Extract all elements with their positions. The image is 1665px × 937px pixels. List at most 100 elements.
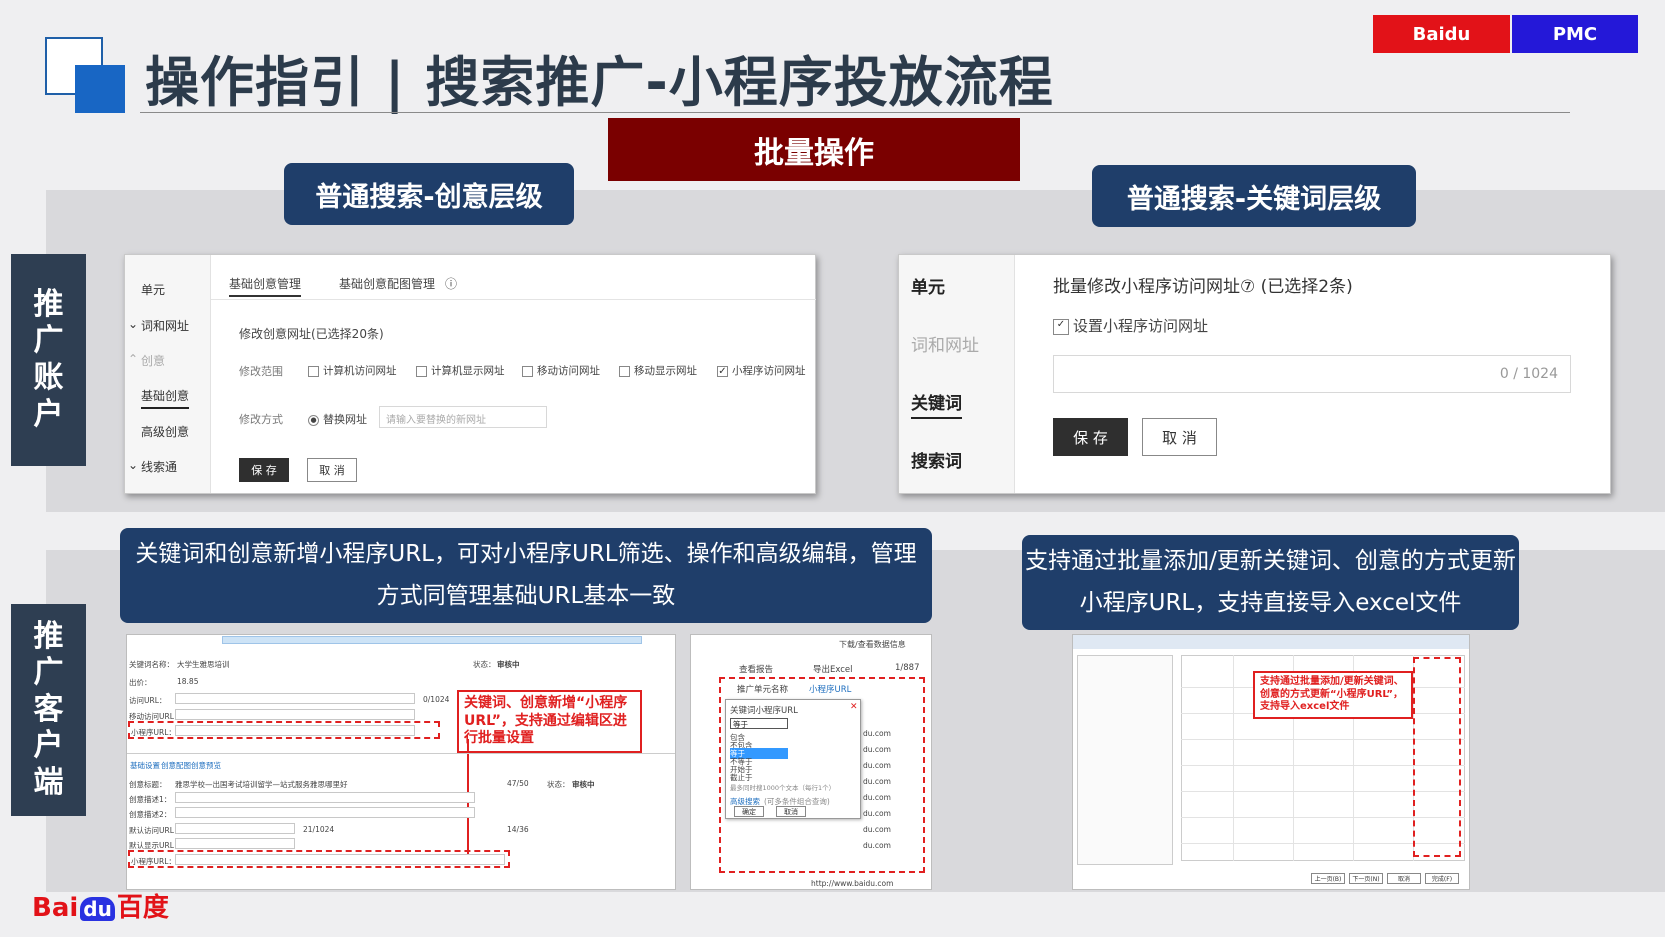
field-label: 创意描述2：	[129, 810, 172, 819]
toolbar-download[interactable]: 下载/查看数据信息	[839, 639, 906, 650]
new-url-input[interactable]: 请输入要替换的新网址	[379, 406, 547, 428]
sidebar-item-unit[interactable]: 单元	[911, 273, 945, 298]
checkbox-icon[interactable]	[522, 365, 533, 377]
note-right: 支持通过批量添加/更新关键词、创意的方式更新小程序URL，支持直接导入excel…	[1022, 535, 1519, 630]
prev-button[interactable]: 上一页(B)	[1311, 873, 1345, 884]
chevron-up-icon: ⌃	[128, 352, 139, 366]
sidebar-item-words-urls[interactable]: 词和网址	[141, 317, 189, 334]
checkbox-checked-icon[interactable]	[717, 365, 728, 377]
highlight-box	[1413, 657, 1461, 857]
baidu-logo: Bai du 百度	[32, 887, 169, 924]
sidebar-item-search-terms[interactable]: 搜索词	[911, 447, 962, 472]
checkbox-checked-icon[interactable]	[1053, 318, 1069, 335]
highlight-box	[128, 721, 440, 739]
url-counter: 21/1024	[303, 825, 335, 834]
mobile-url-input[interactable]	[175, 709, 415, 720]
finish-button[interactable]: 完成(F)	[1425, 873, 1459, 884]
checkbox-icon[interactable]	[308, 365, 319, 377]
keyword-value: 大学生雅思培训	[177, 660, 230, 669]
default-display-url-input[interactable]	[175, 838, 295, 849]
logo-name: 百度	[116, 893, 169, 923]
url-cell: du.com	[863, 729, 891, 738]
side-char: 推	[33, 618, 64, 654]
side-char: 账	[33, 360, 64, 395]
title-square-filled	[75, 65, 125, 113]
creative-title-value: 雅思学校—出国考试培训留学—站式服务雅思哪里好	[175, 780, 348, 789]
url-cell: du.com	[863, 761, 891, 770]
mode-label: 修改方式	[239, 413, 283, 426]
tab-creative-preview[interactable]: 创意预览	[191, 760, 221, 771]
range-option-pc-display[interactable]: 计算机显示网址	[416, 363, 505, 378]
status-label: 状态：	[547, 780, 570, 789]
range-option-miniprogram[interactable]: 小程序访问网址	[717, 363, 806, 378]
logo-paw: du	[80, 897, 115, 921]
toolbar-view-report[interactable]: 查看报告	[739, 663, 773, 675]
cancel-button[interactable]: 取 消	[1142, 418, 1217, 456]
field-label: 关键词名称：	[129, 660, 174, 669]
keyword-level-label: 普通搜索-关键词层级	[1092, 165, 1416, 227]
url-cell: du.com	[863, 793, 891, 802]
baidu-tag: Baidu	[1373, 15, 1510, 53]
tab-creative-images[interactable]: 创意配图	[161, 760, 191, 771]
next-button[interactable]: 下一页(N)	[1349, 873, 1383, 884]
tab-basic-settings[interactable]: 基础设置	[130, 760, 160, 771]
client-filter-screenshot: 下载/查看数据信息 查看报告 导出Excel 1/887 推广单元名称 小程序U…	[690, 634, 932, 890]
side-char: 端	[33, 764, 64, 800]
range-option-label: 计算机显示网址	[431, 365, 505, 377]
set-miniprogram-checkbox[interactable]: 设置小程序访问网址	[1053, 315, 1208, 336]
sidebar-item-unit[interactable]: 单元	[141, 281, 165, 298]
save-button[interactable]: 保 存	[239, 458, 289, 482]
cancel-button[interactable]: 取消	[1387, 873, 1421, 884]
checkbox-label: 设置小程序访问网址	[1073, 317, 1209, 335]
range-option-label: 移动访问网址	[537, 365, 600, 377]
field-label: 创意标题：	[129, 780, 167, 789]
highlight-box	[719, 677, 925, 873]
range-option-label: 移动显示网址	[634, 365, 697, 377]
range-label: 修改范围	[239, 365, 283, 378]
sidebar-item-words-urls[interactable]: 词和网址	[911, 331, 979, 356]
mode-radio[interactable]: ● 替换网址	[308, 411, 367, 427]
checkbox-icon[interactable]	[416, 365, 427, 377]
mode-option-label: 替换网址	[323, 413, 367, 426]
default-visit-url-input[interactable]	[175, 823, 295, 834]
miniprogram-url-input[interactable]: 0 / 1024	[1053, 355, 1571, 393]
side-char: 客	[33, 691, 64, 727]
radio-selected-icon[interactable]: ●	[308, 414, 319, 426]
range-option-pc-visit[interactable]: 计算机访问网址	[308, 363, 397, 378]
checkbox-icon[interactable]	[619, 365, 630, 377]
display-counter: 14/36	[507, 825, 529, 834]
field-label: 创意描述1：	[129, 795, 172, 804]
field-label: 访问URL：	[129, 696, 167, 705]
desc2-input[interactable]	[175, 807, 475, 818]
note-left: 关键词和创意新增小程序URL，可对小程序URL筛选、操作和高级编辑，管理方式同管…	[120, 528, 932, 623]
range-option-mobile-display[interactable]: 移动显示网址	[619, 363, 697, 378]
sidebar-item-creative[interactable]: 创意	[141, 352, 165, 369]
save-button[interactable]: 保 存	[1053, 418, 1128, 456]
tab-divider	[211, 299, 816, 300]
sidebar-item-keywords[interactable]: 关键词	[911, 389, 962, 419]
wizard-toolbar	[1073, 635, 1469, 649]
tab-creative-images[interactable]: 基础创意配图管理	[339, 275, 435, 292]
side-char: 广	[33, 655, 64, 691]
range-option-label: 计算机访问网址	[323, 365, 397, 377]
tab-basic-creative[interactable]: 基础创意管理	[229, 275, 302, 297]
bid-value: 18.85	[177, 677, 199, 686]
side-char: 推	[33, 286, 64, 322]
logo-bai: Bai	[32, 893, 79, 923]
sidebar-item-leads[interactable]: 线索通	[141, 458, 177, 475]
batch-operation-banner: 批量操作	[608, 118, 1020, 181]
sidebar-item-basic-creative[interactable]: 基础创意	[141, 387, 190, 409]
range-option-mobile-visit[interactable]: 移动访问网址	[522, 363, 600, 378]
sidebar-item-advanced-creative[interactable]: 高级创意	[141, 423, 189, 440]
visit-url-input[interactable]	[175, 693, 415, 704]
creative-batch-window: 单元 ⌄ 词和网址 ⌃ 创意 基础创意 高级创意 ⌄ 线索通 基础创意管理 基础…	[124, 254, 816, 494]
url-cell: du.com	[863, 825, 891, 834]
section-divider	[127, 753, 675, 754]
client-import-screenshot: 支持通过批量添加/更新关键词、创意的方式更新“小程序URL”，支持导入excel…	[1072, 634, 1470, 890]
side-char: 广	[33, 323, 64, 359]
toolbar-export-excel[interactable]: 导出Excel	[813, 663, 853, 675]
desc1-input[interactable]	[175, 792, 475, 803]
title-counter: 47/50	[507, 779, 529, 788]
cancel-button[interactable]: 取 消	[307, 458, 357, 482]
url-cell: du.com	[863, 777, 891, 786]
